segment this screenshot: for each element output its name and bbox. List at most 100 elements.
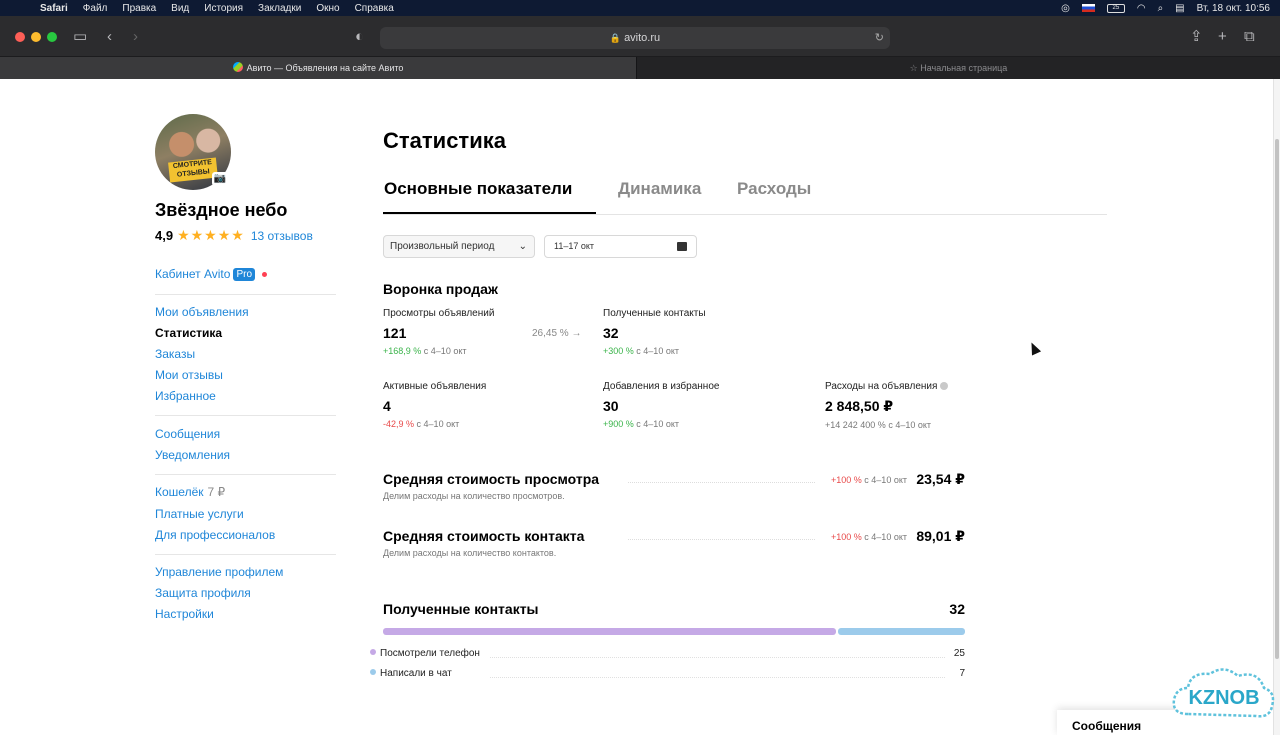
notification-dot <box>262 271 267 277</box>
new-tab-icon[interactable]: + <box>1218 28 1227 46</box>
address-bar[interactable]: 🔒 avito.ru ↻ <box>380 27 890 49</box>
sidebar-item-for-professionals[interactable]: Для профессионалов <box>155 528 275 542</box>
macos-menubar: Safari Файл Правка Вид История Закладки … <box>0 0 1280 16</box>
cost-value: 23,54 ₽ <box>916 471 965 487</box>
spotlight-search-icon[interactable]: ⌕ <box>1158 3 1164 14</box>
menu-help[interactable]: Справка <box>355 3 394 14</box>
close-window-button[interactable] <box>15 32 25 42</box>
page-title: Статистика <box>383 128 506 153</box>
cabinet-label: Кабинет Avito <box>155 267 231 281</box>
calendar-icon[interactable] <box>677 242 687 251</box>
legend-label: Написали в чат <box>380 668 452 679</box>
delta-period: с 4–10 окт <box>864 475 907 485</box>
share-icon[interactable]: ⇪ <box>1190 28 1203 46</box>
forward-icon[interactable]: › <box>133 28 138 46</box>
metric-delta: +300 % с 4–10 окт <box>603 346 706 356</box>
chevron-down-icon: ⌄ <box>518 241 527 252</box>
cost-delta: +100 % с 4–10 окт <box>831 532 907 542</box>
scrollbar-thumb[interactable] <box>1275 139 1279 659</box>
menu-app-safari[interactable]: Safari <box>40 3 68 14</box>
metric-label: Активные объявления <box>383 381 487 392</box>
sidebar-item-messages[interactable]: Сообщения <box>155 427 220 441</box>
delta-period: с 4–10 окт <box>864 532 907 542</box>
menu-bookmarks[interactable]: Закладки <box>258 3 301 14</box>
contacts-breakdown-bar <box>383 628 965 635</box>
delta-period: с 4–10 окт <box>888 420 932 430</box>
metric-active-ads: Активные объявления 4 -42,9 % с 4–10 окт <box>383 381 486 429</box>
cost-description: Делим расходы на количество контактов. <box>383 548 557 558</box>
sidebar-item-statistics[interactable]: Статистика <box>155 326 222 340</box>
menu-view[interactable]: Вид <box>171 3 189 14</box>
period-select[interactable]: Произвольный период ⌄ <box>383 235 535 258</box>
sidebar-item-orders[interactable]: Заказы <box>155 347 195 361</box>
sidebar-item-wallet[interactable]: Кошелёк 7 ₽ <box>155 485 225 499</box>
tab-expenses[interactable]: Расходы <box>737 179 811 199</box>
sidebar-item-favorites[interactable]: Избранное <box>155 389 216 403</box>
metric-value: 2 848,50 ₽ <box>825 398 894 414</box>
battery-icon[interactable]: 25 <box>1106 3 1125 13</box>
date-range-value: 11–17 окт <box>554 241 595 251</box>
menu-file[interactable]: Файл <box>83 3 108 14</box>
sidebar-item-profile-management[interactable]: Управление профилем <box>155 565 283 579</box>
conversion-value: 26,45 % <box>532 328 569 339</box>
reviews-link[interactable]: 13 отзывов <box>251 229 313 243</box>
sidebar-item-my-ads[interactable]: Мои объявления <box>155 305 249 319</box>
pro-badge: Pro <box>233 267 255 281</box>
reload-icon[interactable]: ↻ <box>875 27 884 49</box>
menu-window[interactable]: Окно <box>316 3 339 14</box>
sidebar-item-profile-protection[interactable]: Защита профиля <box>155 586 251 600</box>
metric-value: 32 <box>603 325 619 341</box>
page-content: СМОТРИТЕ ОТЗЫВЫ 📷 Звёздное небо 4,9 ★★★★… <box>0 79 1273 735</box>
menu-edit[interactable]: Правка <box>122 3 156 14</box>
wifi-icon[interactable]: ◠ <box>1137 3 1146 14</box>
legend-label: Посмотрели телефон <box>380 648 480 659</box>
date-range-input[interactable]: 11–17 окт <box>544 235 697 258</box>
delta-period: с 4–10 окт <box>416 419 460 429</box>
legend-count: 25 <box>953 648 965 659</box>
delta-percent: +900 % <box>603 419 634 429</box>
cost-delta: +100 % с 4–10 окт <box>831 475 907 485</box>
delta-period: с 4–10 окт <box>636 346 679 356</box>
delta-percent: +168,9 % <box>383 346 422 356</box>
contacts-bar-segment <box>838 628 965 635</box>
received-contacts-title: Полученные контакты <box>383 601 539 617</box>
back-icon[interactable]: ‹ <box>107 28 112 46</box>
sidebar-toggle-icon[interactable]: ▭ <box>73 28 87 46</box>
avg-cost-per-contact: Средняя стоимость контакта Делим расходы… <box>383 528 965 558</box>
menubar-clock[interactable]: Вт, 18 окт. 10:56 <box>1197 3 1270 14</box>
rating-stars-icon: ★★★★★ <box>177 227 245 243</box>
page-scrollbar[interactable] <box>1273 79 1280 735</box>
tab-main-indicators[interactable]: Основные показатели <box>384 179 572 199</box>
sidebar-divider <box>155 415 336 416</box>
sidebar-item-settings[interactable]: Настройки <box>155 607 214 621</box>
tab-overview-icon[interactable]: ⧉ <box>1244 28 1255 46</box>
privacy-shield-icon[interactable]: ◐ <box>355 28 364 46</box>
menu-history[interactable]: История <box>204 3 243 14</box>
wallet-amount: 7 ₽ <box>207 485 226 499</box>
avito-favicon-icon <box>232 62 243 72</box>
metric-views: Просмотры объявлений 121 +168,9 % с 4–10… <box>383 308 494 356</box>
sidebar-item-my-reviews[interactable]: Мои отзывы <box>155 368 223 382</box>
delta-period: с 4–10 окт <box>423 346 467 356</box>
legend-row-phone: Посмотрели телефон 25 <box>370 648 965 659</box>
delta-percent: +300 % <box>603 346 634 356</box>
sidebar-item-notifications[interactable]: Уведомления <box>155 448 230 462</box>
camera-icon[interactable]: 📷 <box>212 172 228 186</box>
tab-dynamics[interactable]: Динамика <box>618 179 701 199</box>
zoom-window-button[interactable] <box>47 32 57 42</box>
period-select-value: Произвольный период <box>390 241 495 252</box>
delta-period: с 4–10 окт <box>636 419 679 429</box>
input-language-flag-icon[interactable] <box>1081 4 1095 12</box>
info-icon[interactable] <box>940 382 949 390</box>
minimize-window-button[interactable] <box>31 32 41 42</box>
metric-label-text: Расходы на объявления <box>825 381 938 392</box>
watermark-text: KZNOB <box>1188 687 1259 709</box>
screen-record-icon[interactable]: ◎ <box>1061 3 1070 14</box>
browser-tab-start-page[interactable]: ☆ Начальная страница <box>636 57 1280 79</box>
metric-favorites: Добавления в избранное 30 +900 % с 4–10 … <box>603 381 719 429</box>
control-center-icon[interactable]: ▤ <box>1175 3 1184 14</box>
legend-count: 7 <box>959 668 965 679</box>
browser-tab-avito[interactable]: Авито — Объявления на сайте Авито <box>0 57 636 79</box>
avito-pro-link[interactable]: Кабинет Avito Pro <box>155 267 267 281</box>
sidebar-item-paid-services[interactable]: Платные услуги <box>155 507 244 521</box>
